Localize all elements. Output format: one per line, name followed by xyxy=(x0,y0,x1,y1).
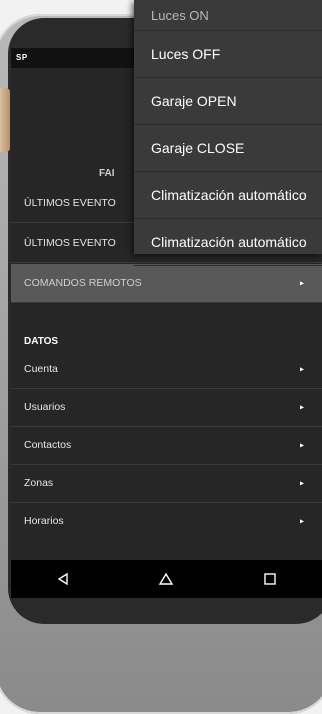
list-item-label: Usuarios xyxy=(24,401,66,413)
chevron-right-icon: ▸ xyxy=(299,516,304,526)
list-item-label: Cuenta xyxy=(24,363,58,375)
phone-side-edge xyxy=(0,88,10,152)
list-item-label: COMANDOS REMOTOS xyxy=(24,277,142,289)
favorites-title: FAI xyxy=(99,168,115,179)
recent-apps-button[interactable] xyxy=(256,565,284,593)
list-item-cuenta[interactable]: Cuenta ▸ xyxy=(11,350,322,389)
menu-item-garaje-close[interactable]: Garaje CLOSE xyxy=(134,125,322,172)
menu-item-garaje-open[interactable]: Garaje OPEN xyxy=(134,78,322,125)
recent-apps-icon xyxy=(264,573,276,585)
list-item-label: Contactos xyxy=(24,439,72,451)
status-brand: SP xyxy=(16,53,28,62)
list-item-label: Zonas xyxy=(24,477,54,489)
list-item-label: ÚLTIMOS EVENTO xyxy=(24,237,116,249)
chevron-right-icon: ▸ xyxy=(299,402,304,412)
list-item-usuarios[interactable]: Usuarios ▸ xyxy=(11,388,322,427)
chevron-right-icon: ▸ xyxy=(299,440,304,450)
back-button[interactable] xyxy=(49,565,77,593)
list-item-label: Horarios xyxy=(24,515,64,527)
back-triangle-icon xyxy=(57,572,68,586)
menu-item-climatizacion-2[interactable]: Climatización automático xyxy=(134,219,322,266)
list-item-horarios[interactable]: Horarios ▸ xyxy=(11,502,322,540)
phone-frame: SP FAI ÚLTIMOS EVENTO ÚLTIMOS EVENTO COM… xyxy=(0,0,322,714)
list-item-zonas[interactable]: Zonas ▸ xyxy=(11,464,322,503)
list-item-comandos-remotos[interactable]: COMANDOS REMOTOS ▸ xyxy=(11,264,322,303)
home-icon xyxy=(159,572,174,585)
list-item-label: ÚLTIMOS EVENTO xyxy=(24,197,116,209)
menu-item-luces-off[interactable]: Luces OFF xyxy=(134,31,322,78)
remote-commands-menu: Luces ON Luces OFF Garaje OPEN Garaje CL… xyxy=(134,0,322,266)
section-title-datos: DATOS xyxy=(24,336,59,347)
list-item-contactos[interactable]: Contactos ▸ xyxy=(11,426,322,465)
home-button[interactable] xyxy=(152,565,180,593)
android-nav-bar xyxy=(11,560,322,598)
chevron-right-icon: ▸ xyxy=(299,478,304,488)
chevron-right-icon: ▸ xyxy=(299,364,304,374)
chevron-right-icon: ▸ xyxy=(299,278,304,288)
menu-item-climatizacion-1[interactable]: Climatización automático xyxy=(134,172,322,219)
menu-item-luces-on[interactable]: Luces ON xyxy=(134,0,322,31)
